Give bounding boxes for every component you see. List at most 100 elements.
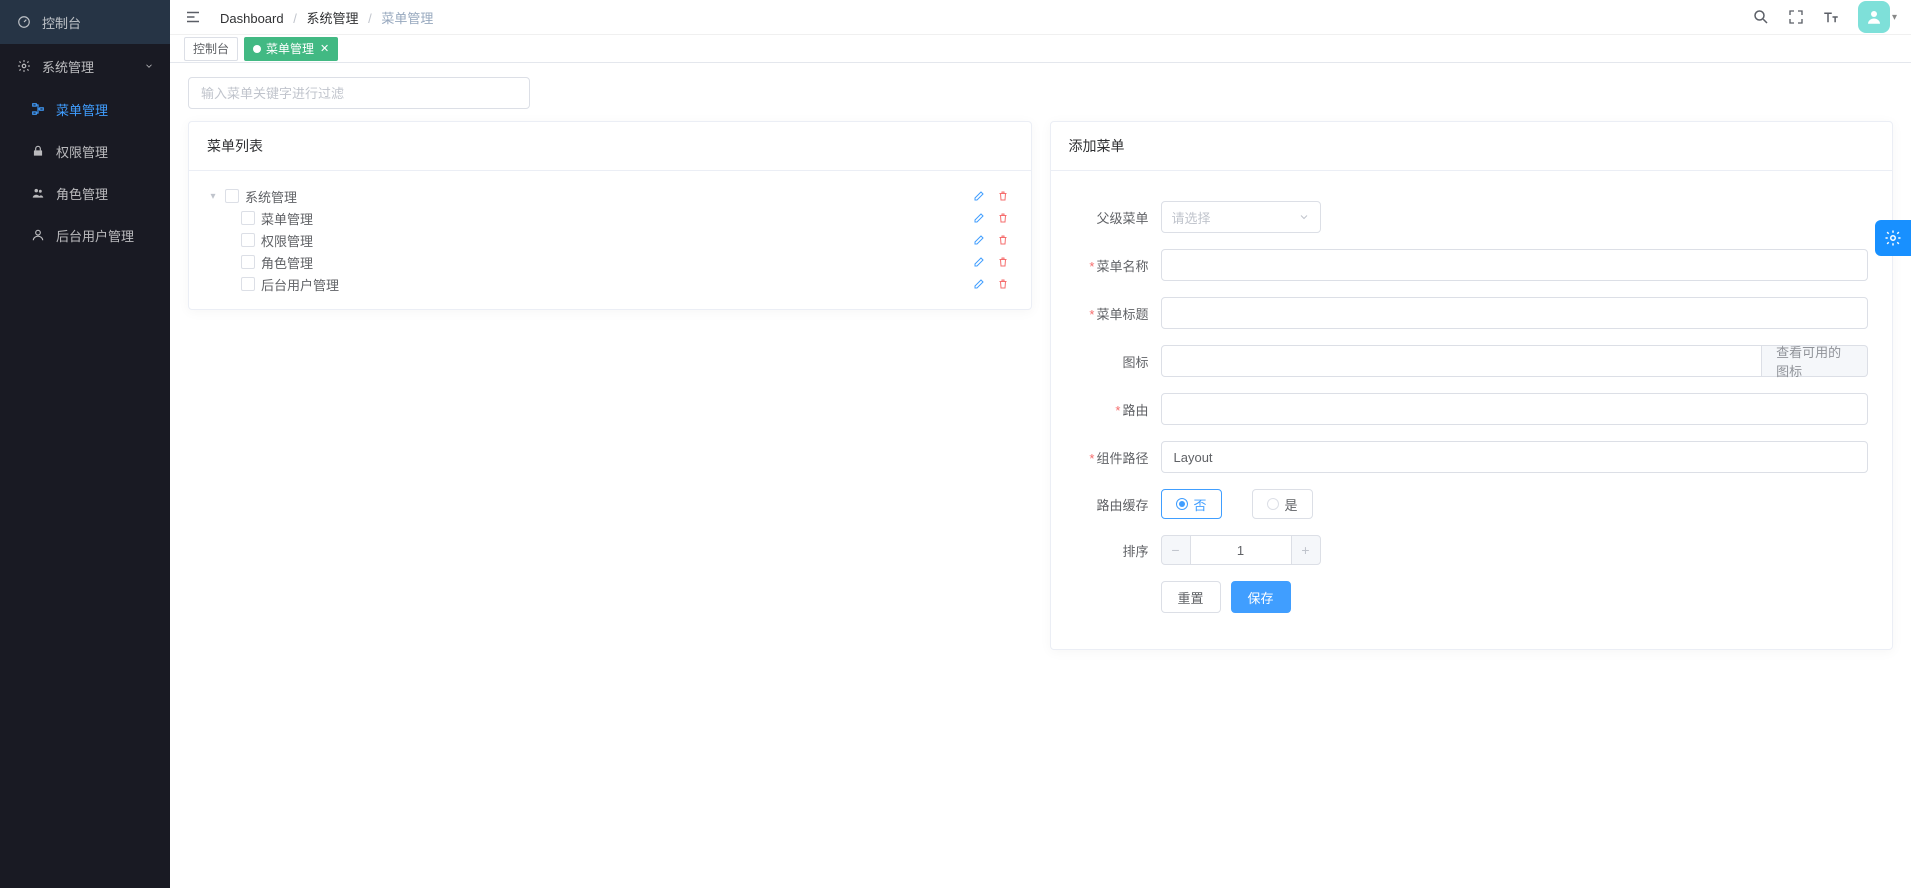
tree-node[interactable]: 菜单管理 <box>223 207 1013 229</box>
route-input[interactable] <box>1161 393 1869 425</box>
tab-dashboard[interactable]: 控制台 <box>184 37 238 61</box>
menu-name-input[interactable] <box>1161 249 1869 281</box>
delete-icon[interactable] <box>997 234 1009 246</box>
edit-icon[interactable] <box>973 212 985 224</box>
reset-button[interactable]: 重置 <box>1161 581 1221 613</box>
sidebar-item-admin-user[interactable]: 后台用户管理 <box>0 214 170 256</box>
tree-node[interactable]: 角色管理 <box>223 251 1013 273</box>
tree-checkbox[interactable] <box>225 189 239 203</box>
parent-select[interactable]: 请选择 <box>1161 201 1321 233</box>
tree-node[interactable]: 后台用户管理 <box>223 273 1013 295</box>
edit-icon[interactable] <box>973 190 985 202</box>
tree-node[interactable]: ▾ 系统管理 <box>207 185 1013 207</box>
users-icon <box>30 186 46 200</box>
form-label: 路由缓存 <box>1075 495 1161 514</box>
user-icon <box>30 228 46 242</box>
gear-icon <box>16 59 32 73</box>
form-label: *组件路径 <box>1075 448 1161 467</box>
tree-label: 权限管理 <box>261 231 973 250</box>
cache-radio-yes[interactable]: 是 <box>1252 489 1313 519</box>
breadcrumb-item: 菜单管理 <box>381 11 433 26</box>
decrease-button[interactable]: − <box>1161 535 1191 565</box>
tree-node[interactable]: 权限管理 <box>223 229 1013 251</box>
fullscreen-icon[interactable] <box>1788 9 1804 25</box>
card-title: 菜单列表 <box>189 122 1031 171</box>
form-label: *路由 <box>1075 400 1161 419</box>
chevron-down-icon <box>144 61 154 71</box>
sidebar-label: 角色管理 <box>56 184 108 203</box>
tab-active-dot <box>253 45 261 53</box>
cache-radio-no[interactable]: 否 <box>1161 489 1222 519</box>
increase-button[interactable]: + <box>1291 535 1321 565</box>
header: Dashboard / 系统管理 / 菜单管理 <box>170 0 1911 35</box>
delete-icon[interactable] <box>997 190 1009 202</box>
sidebar-item-dashboard[interactable]: 控制台 <box>0 0 170 44</box>
tab-menu-mgmt[interactable]: 菜单管理 ✕ <box>244 37 338 61</box>
close-icon[interactable]: ✕ <box>320 42 329 55</box>
radio-circle <box>1176 498 1188 510</box>
breadcrumb-item[interactable]: Dashboard <box>220 11 284 26</box>
settings-float-button[interactable] <box>1875 220 1911 256</box>
form-label: 图标 <box>1075 352 1161 371</box>
tree-label: 菜单管理 <box>261 209 973 228</box>
tab-label: 控制台 <box>193 40 229 57</box>
sidebar-label: 菜单管理 <box>56 100 108 119</box>
edit-icon[interactable] <box>973 234 985 246</box>
breadcrumb: Dashboard / 系统管理 / 菜单管理 <box>220 8 1752 27</box>
breadcrumb-sep: / <box>293 11 297 26</box>
breadcrumb-item[interactable]: 系统管理 <box>306 11 358 26</box>
form-label: *菜单名称 <box>1075 256 1161 275</box>
collapse-menu-icon[interactable] <box>184 8 202 26</box>
avatar <box>1858 1 1890 33</box>
caret-down-icon: ▾ <box>1892 12 1897 23</box>
edit-icon[interactable] <box>973 256 985 268</box>
user-menu[interactable]: ▾ <box>1858 1 1897 33</box>
tree-label: 角色管理 <box>261 253 973 272</box>
sidebar-label: 权限管理 <box>56 142 108 161</box>
sidebar-label: 系统管理 <box>42 57 94 76</box>
search-icon[interactable] <box>1752 8 1770 26</box>
sort-number-input: − 1 + <box>1161 535 1321 565</box>
breadcrumb-sep: / <box>368 11 372 26</box>
tree-label: 系统管理 <box>245 187 973 206</box>
delete-icon[interactable] <box>997 256 1009 268</box>
icon-input[interactable] <box>1161 345 1763 377</box>
tab-label: 菜单管理 <box>266 40 314 57</box>
chevron-down-icon <box>1298 211 1310 223</box>
save-button[interactable]: 保存 <box>1231 581 1291 613</box>
form-label: 父级菜单 <box>1075 208 1161 227</box>
tree-caret-icon[interactable]: ▾ <box>207 191 219 202</box>
view-icons-button[interactable]: 查看可用的图标 <box>1762 345 1868 377</box>
sidebar-label: 控制台 <box>42 13 81 32</box>
menu-list-card: 菜单列表 ▾ 系统管理 <box>188 121 1032 310</box>
card-title: 添加菜单 <box>1051 122 1893 171</box>
sidebar-item-system[interactable]: 系统管理 <box>0 44 170 88</box>
component-input[interactable] <box>1161 441 1869 473</box>
edit-icon[interactable] <box>973 278 985 290</box>
filter-input[interactable] <box>188 77 530 109</box>
select-placeholder: 请选择 <box>1172 208 1211 227</box>
tree-checkbox[interactable] <box>241 211 255 225</box>
tree-checkbox[interactable] <box>241 277 255 291</box>
tree-label: 后台用户管理 <box>261 275 973 294</box>
tree-icon <box>30 102 46 116</box>
menu-title-input[interactable] <box>1161 297 1869 329</box>
tabs-bar: 控制台 菜单管理 ✕ <box>170 35 1911 63</box>
dashboard-icon <box>16 15 32 29</box>
tree-checkbox[interactable] <box>241 233 255 247</box>
sort-value[interactable]: 1 <box>1191 535 1291 565</box>
sidebar-item-menu-mgmt[interactable]: 菜单管理 <box>0 88 170 130</box>
tree-checkbox[interactable] <box>241 255 255 269</box>
delete-icon[interactable] <box>997 212 1009 224</box>
sidebar-item-permission[interactable]: 权限管理 <box>0 130 170 172</box>
sidebar: 控制台 系统管理 菜单管理 权限管理 角色 <box>0 0 170 888</box>
lock-icon <box>30 144 46 158</box>
delete-icon[interactable] <box>997 278 1009 290</box>
font-size-icon[interactable] <box>1822 8 1840 26</box>
add-menu-card: 添加菜单 父级菜单 请选择 <box>1050 121 1894 650</box>
form-label: 排序 <box>1075 541 1161 560</box>
radio-circle <box>1267 498 1279 510</box>
sidebar-item-role[interactable]: 角色管理 <box>0 172 170 214</box>
sidebar-label: 后台用户管理 <box>56 226 134 245</box>
form-label: *菜单标题 <box>1075 304 1161 323</box>
